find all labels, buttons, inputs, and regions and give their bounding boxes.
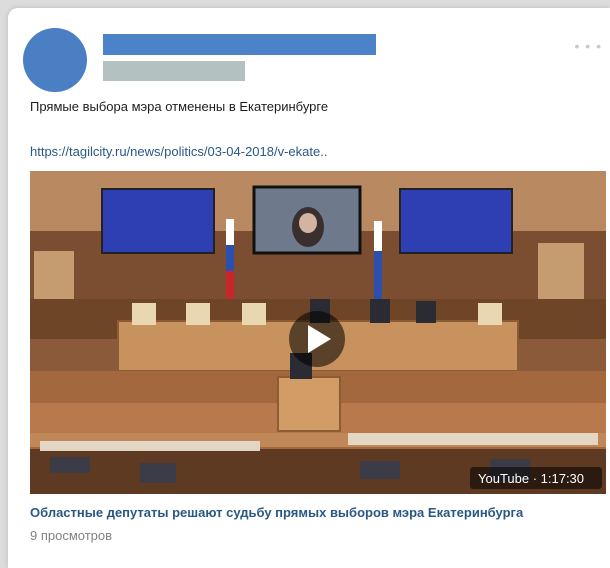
video-player[interactable]: YouTube · 1:17:30 — [30, 171, 606, 494]
video-thumbnail: YouTube · 1:17:30 — [30, 171, 606, 494]
post-card: • • • Прямые выбора мэра отменены в Екат… — [8, 8, 610, 568]
play-icon — [289, 311, 345, 367]
duration-label: YouTube · 1:17:30 — [478, 471, 584, 486]
more-dots-icon[interactable]: • • • — [575, 38, 602, 54]
post-text: Прямые выбора мэра отменены в Екатеринбу… — [30, 99, 329, 114]
avatar[interactable] — [23, 28, 87, 92]
right-screen — [399, 188, 513, 254]
video-title[interactable]: Областные депутаты решают судьбу прямых … — [30, 505, 523, 520]
left-screen — [101, 188, 215, 254]
podium — [277, 376, 341, 432]
post-link[interactable]: https://tagilcity.ru/news/politics/03-04… — [30, 144, 327, 159]
author-name-placeholder[interactable] — [103, 34, 376, 55]
post-date-placeholder — [103, 61, 245, 81]
video-views: 9 просмотров — [30, 528, 113, 543]
